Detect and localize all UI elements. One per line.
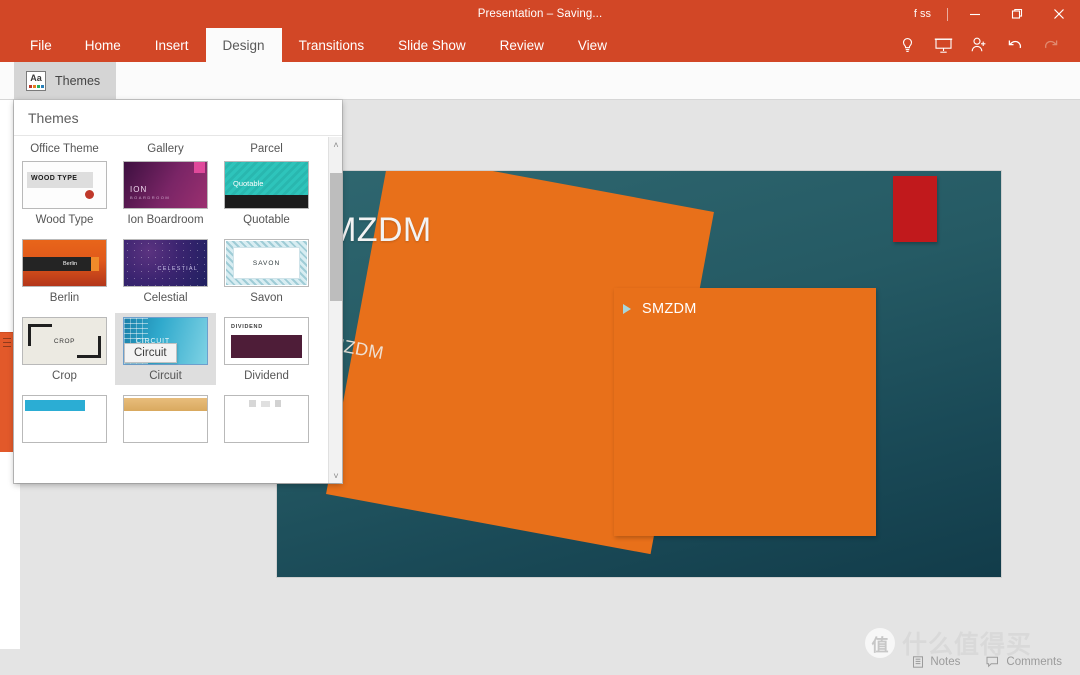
minimize-button[interactable] [954,0,996,28]
slide-canvas[interactable]: SMZDM SMZDM SMZDM [277,171,1001,577]
theme-thumb-text: CROP [53,338,76,345]
theme-item-row4-1[interactable] [14,391,115,446]
ribbon-quick-tools [894,28,1072,62]
ribbon-tab-bar: File Home Insert Design Transitions Slid… [0,28,1080,62]
theme-item-row4-3[interactable] [216,391,317,446]
tab-transitions[interactable]: Transitions [282,28,382,62]
comments-button[interactable]: Comments [986,656,1062,668]
close-button[interactable] [1038,0,1080,28]
theme-thumbnail: Quotable [224,161,309,209]
theme-name: Savon [250,292,283,304]
theme-item-berlin[interactable]: Berlin Berlin [14,235,115,307]
theme-thumb-text: CELESTIAL [157,266,198,272]
theme-thumb-text: Berlin [63,261,78,267]
tab-file[interactable]: File [14,28,68,62]
scroll-down-icon[interactable]: ˅ [329,468,343,483]
notes-icon [912,656,924,668]
theme-name: Crop [52,370,77,382]
notes-label: Notes [930,656,961,668]
tab-slide-show[interactable]: Slide Show [381,28,483,62]
themes-column-labels: Office Theme Gallery Parcel [14,137,328,157]
comments-label: Comments [1006,656,1062,668]
theme-item-ion-boardroom[interactable]: ION BOARDROOM Ion Boardroom [115,157,216,229]
theme-thumb-text: Quotable [233,179,264,188]
ribbon-body: Aa Themes [0,62,1080,100]
bullet-triangle-icon [623,304,631,314]
theme-item-dividend[interactable]: DIVIDEND Dividend [216,313,317,385]
redo-icon [1038,32,1064,58]
slide-bullet-item: SMZDM [623,301,697,317]
theme-thumbnail [224,395,309,443]
theme-name: Wood Type [35,214,94,226]
themes-gallery-dropdown: Themes Office Theme Gallery Parcel WOOD … [14,100,342,483]
share-person-icon[interactable] [966,32,992,58]
slide-shape-red-rect[interactable] [893,176,937,242]
tab-view[interactable]: View [561,28,624,62]
user-account-label[interactable]: f ss [904,8,941,20]
theme-thumbnail: Berlin [22,239,107,287]
column-label-parcel: Parcel [250,143,283,155]
theme-thumbnail: WOOD TYPE [22,161,107,209]
theme-thumbnail: DIVIDEND [224,317,309,365]
themes-scrollbar[interactable]: ˄ ˅ [328,137,342,483]
themes-gallery-button[interactable]: Aa Themes [14,62,116,100]
themes-row-partial [14,391,328,446]
slide-content-placeholder[interactable]: SMZDM [614,288,876,536]
theme-thumbnail: CELESTIAL [123,239,208,287]
themes-grid: Office Theme Gallery Parcel WOOD TYPE Wo… [14,137,328,483]
theme-name: Dividend [244,370,289,382]
theme-tooltip: Circuit [124,343,177,363]
theme-thumb-text: SAVON [252,260,281,267]
tab-insert[interactable]: Insert [138,28,206,62]
theme-item-crop[interactable]: CROP Crop [14,313,115,385]
title-bar: Presentation – Saving... f ss [0,0,1080,28]
scrollbar-thumb[interactable] [330,173,342,301]
themes-row: Berlin Berlin CELESTIAL Celestial SAVON [14,235,328,307]
theme-thumbnail: CROP [22,317,107,365]
theme-name: Celestial [143,292,188,304]
themes-button-label: Themes [55,74,101,88]
title-separator [947,7,948,21]
undo-icon[interactable] [1002,32,1028,58]
theme-item-celestial[interactable]: CELESTIAL Celestial [115,235,216,307]
notes-button[interactable]: Notes [912,656,960,668]
themes-rows: WOOD TYPE Wood Type ION BOARDROOM Ion Bo… [14,157,328,446]
thumbnail-lines [3,338,11,350]
theme-name: Quotable [243,214,290,226]
aa-icon-text: Aa [30,73,42,83]
theme-thumbnail: SAVON [224,239,309,287]
aa-themes-icon: Aa [26,71,46,91]
title-bar-controls: f ss [904,0,1080,28]
column-label-gallery: Gallery [147,143,184,155]
theme-thumb-subtext: BOARDROOM [130,195,171,200]
theme-item-row4-2[interactable] [115,391,216,446]
theme-thumbnail [22,395,107,443]
theme-thumb-text: DIVIDEND [231,324,263,330]
theme-item-wood-type[interactable]: WOOD TYPE Wood Type [14,157,115,229]
themes-dropdown-header: Themes [14,100,342,136]
theme-thumb-text: ION [130,185,148,194]
theme-thumbnail [123,395,208,443]
theme-name: Circuit [149,370,182,382]
slide-bullet-text: SMZDM [642,301,697,317]
theme-item-savon[interactable]: SAVON Savon [216,235,317,307]
theme-item-quotable[interactable]: Quotable Quotable [216,157,317,229]
tab-design[interactable]: Design [205,28,282,62]
theme-thumb-text: WOOD TYPE [31,175,78,182]
powerpoint-window: SMZDM SMZDM SMZDM Notes Comments 值 什么值得买… [0,0,1080,675]
theme-name: Berlin [49,292,80,304]
present-online-icon[interactable] [930,32,956,58]
theme-name: Ion Boardroom [127,214,204,226]
tell-me-lightbulb-icon[interactable] [894,32,920,58]
comment-bubble-icon [986,656,1000,668]
tab-home[interactable]: Home [68,28,138,62]
scroll-up-icon[interactable]: ˄ [329,137,343,152]
column-label-office-theme: Office Theme [30,143,99,155]
themes-row: WOOD TYPE Wood Type ION BOARDROOM Ion Bo… [14,157,328,229]
aa-icon-dots [29,85,44,88]
theme-thumbnail: ION BOARDROOM [123,161,208,209]
restore-button[interactable] [996,0,1038,28]
status-bar: Notes Comments [0,649,1080,675]
tab-review[interactable]: Review [483,28,561,62]
